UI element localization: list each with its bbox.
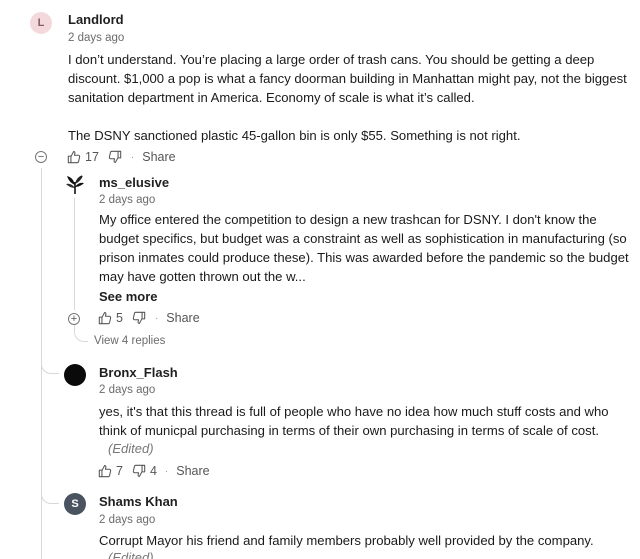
thumbs-up-icon[interactable] [97,463,113,479]
thumbs-up-icon[interactable] [66,149,82,165]
thread-connector-bronx [41,352,59,374]
comment-body: I don’t understand. You’re placing a lar… [68,50,627,145]
comment-line: may have gotten thrown out the w... [99,269,306,284]
comment-username[interactable]: Landlord [68,12,124,27]
comment-line: discount. $1,000 a pop is what a fancy d… [68,71,627,86]
comment-line: budget specifics, but budget was a const… [99,231,627,246]
thread-connector-shams [41,482,59,504]
comment-body: My office entered the competition to des… [99,210,629,286]
comment-line: I don’t understand. You’re placing a lar… [68,52,595,67]
comment-line: Corrupt Mayor his friend and family memb… [99,533,594,548]
share-button[interactable]: Share [176,464,209,478]
view-replies-link[interactable]: View 4 replies [94,335,165,347]
thumbs-down-icon[interactable] [107,149,123,165]
thumbs-down-icon[interactable] [131,463,147,479]
comment-body: Corrupt Mayor his friend and family memb… [99,531,594,550]
comment-line: The DSNY sanctioned plastic 45-gallon bi… [68,128,521,143]
comment-username[interactable]: ms_elusive [99,175,169,190]
thread-connector-view-replies [74,325,88,342]
avatar[interactable] [64,173,86,195]
comment-timestamp: 2 days ago [99,514,156,526]
avatar-letter: L [37,17,45,29]
comment-timestamp: 2 days ago [68,32,125,44]
avatar[interactable]: L [30,12,52,34]
share-button[interactable]: Share [166,311,199,325]
edited-label: (Edited) [108,441,154,456]
minus-icon: − [37,151,45,163]
avatar[interactable] [64,364,86,386]
comment-username[interactable]: Bronx_Flash [99,365,178,380]
comment-line: My office entered the competition to des… [99,212,597,227]
edited-label: (Edited) [108,550,154,559]
separator-dot: · [130,151,135,163]
thumbs-up-icon[interactable] [97,310,113,326]
like-count: 17 [85,150,99,164]
separator-dot: · [164,465,169,477]
like-count: 5 [116,311,123,325]
plus-icon: + [70,313,78,325]
comment-line: prison inmates could produce these). Thi… [99,250,629,265]
share-button[interactable]: Share [142,150,175,164]
plant-avatar-icon [66,175,84,194]
comment-username[interactable]: Shams Khan [99,494,178,509]
like-count: 7 [116,464,123,478]
comment-body: yes, it's that this thread is full of pe… [99,402,609,440]
comment-line [68,107,627,126]
comment-line: yes, it's that this thread is full of pe… [99,404,609,419]
avatar[interactable]: S [64,493,86,515]
comment-actions: 7 4 · Share [97,463,210,479]
avatar-letter: S [71,498,79,510]
comment-timestamp: 2 days ago [99,194,156,206]
collapse-toggle-button[interactable]: − [35,151,47,163]
see-more-link[interactable]: See more [99,289,158,304]
comment-actions: 17 · Share [66,149,176,165]
comment-line: think of municpal purchasing in terms of… [99,423,599,438]
comment-line: sanitation department in America. Econom… [68,90,475,105]
dislike-count: 4 [149,464,157,478]
thumbs-down-icon[interactable] [131,310,147,326]
thread-line-sub [74,198,75,310]
separator-dot: · [154,312,159,324]
expand-toggle-button[interactable]: + [68,313,80,325]
comment-actions: 5 · Share [97,310,200,326]
comment-timestamp: 2 days ago [99,384,156,396]
comment-thread: L Landlord 2 days ago I don’t understand… [0,0,640,559]
